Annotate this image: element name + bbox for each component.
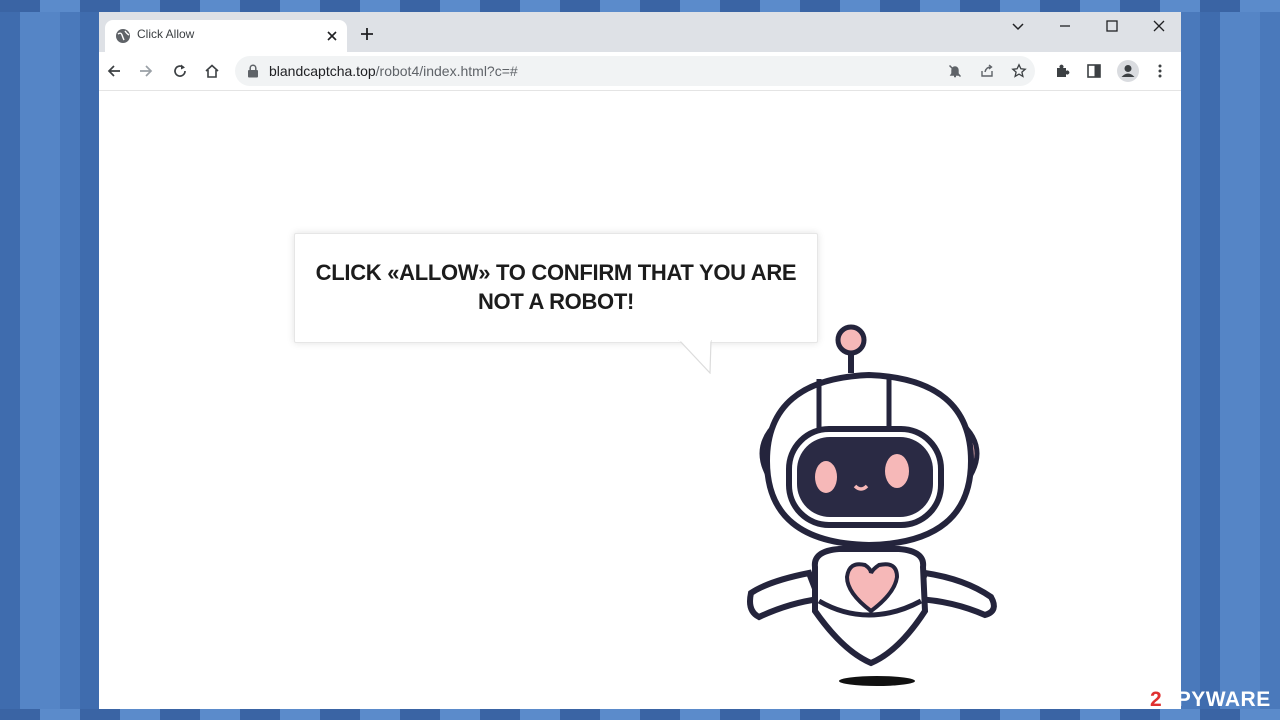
puzzle-icon[interactable] — [1053, 62, 1071, 80]
star-icon[interactable] — [1011, 63, 1027, 79]
url-text: blandcaptcha.top/robot4/index.html?c=# — [269, 63, 518, 79]
minimize-icon[interactable] — [1057, 18, 1073, 34]
plus-icon[interactable] — [359, 26, 375, 42]
browser-toolbar: blandcaptcha.top/robot4/index.html?c=# — [99, 52, 1181, 91]
watermark-2spyware: 2SPYWARE — [1150, 688, 1271, 711]
lock-icon[interactable] — [247, 64, 259, 78]
robot-eye-right — [885, 454, 909, 488]
bell-off-icon[interactable] — [947, 63, 963, 79]
robot-arm-right — [913, 569, 997, 619]
tab-strip: Click Allow — [99, 12, 1181, 52]
captcha-message: CLICK «ALLOW» TO CONFIRM THAT YOU ARE NO… — [315, 260, 797, 314]
background-stripes-top — [0, 0, 1280, 12]
person-icon — [1121, 65, 1135, 77]
robot-shadow — [839, 676, 915, 686]
address-bar[interactable]: blandcaptcha.top/robot4/index.html?c=# — [235, 56, 1035, 86]
url-domain: blandcaptcha.top — [269, 63, 376, 79]
robot-antenna-ball — [835, 324, 867, 356]
profile-avatar[interactable] — [1117, 60, 1139, 82]
robot-eye-left — [815, 461, 837, 493]
tab-search-chevron-down-icon[interactable] — [1010, 18, 1026, 34]
speech-bubble-tail — [678, 340, 712, 374]
tab-click-allow[interactable]: Click Allow — [105, 20, 347, 52]
side-panel-icon[interactable] — [1085, 62, 1103, 80]
globe-icon — [116, 29, 130, 43]
arrow-left-icon[interactable] — [105, 62, 123, 80]
tab-title: Click Allow — [137, 27, 195, 41]
reload-icon[interactable] — [171, 62, 189, 80]
share-icon[interactable] — [979, 63, 995, 79]
window-close-icon[interactable] — [1151, 18, 1167, 34]
url-path: /robot4/index.html?c=# — [375, 63, 518, 79]
background-stripes-bottom — [0, 709, 1280, 720]
kebab-menu-icon[interactable] — [1151, 62, 1169, 80]
robot-arm-left — [747, 569, 824, 621]
browser-window: Click Allow blandcaptcha.top/robot4/inde… — [99, 12, 1181, 709]
home-icon[interactable] — [203, 62, 221, 80]
robot-illustration — [747, 324, 997, 686]
maximize-icon[interactable] — [1104, 18, 1120, 34]
arrow-right-icon[interactable] — [137, 62, 155, 80]
close-icon[interactable] — [325, 29, 339, 43]
page-content: CLICK «ALLOW» TO CONFIRM THAT YOU ARE NO… — [99, 91, 1181, 709]
